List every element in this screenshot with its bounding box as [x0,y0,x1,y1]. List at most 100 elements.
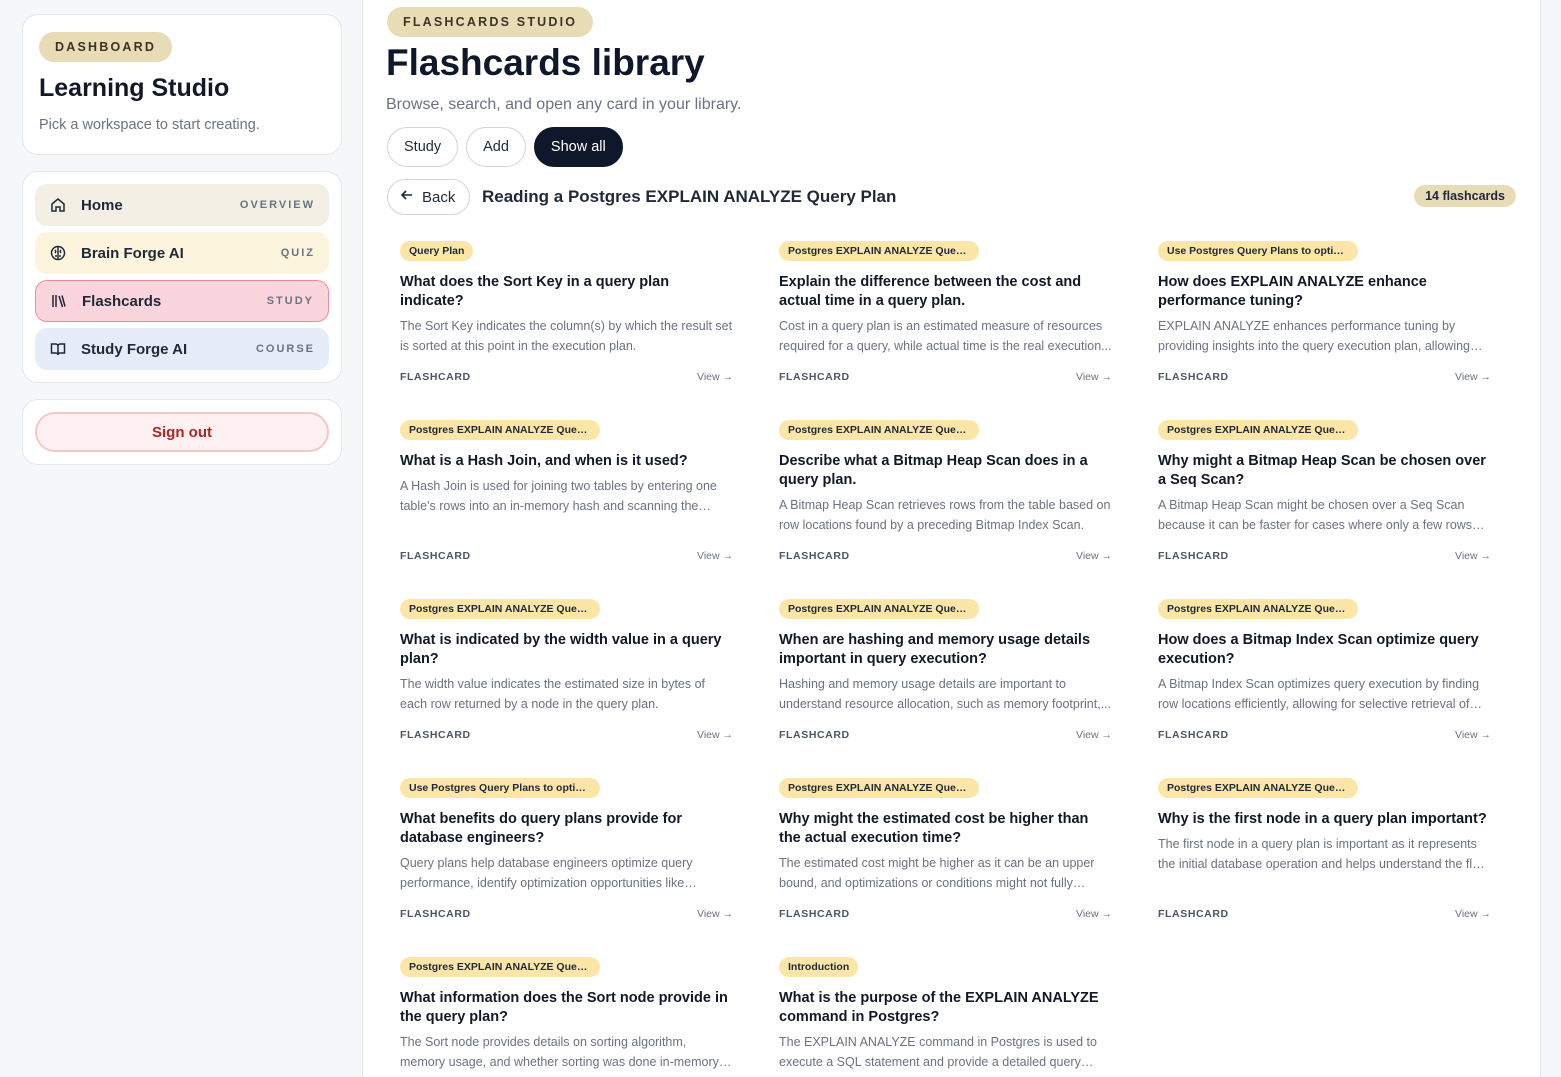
page-title: Flashcards library [386,42,705,83]
flashcard-kind-label: FLASHCARD [779,550,850,562]
brain-icon [49,244,67,262]
flashcard-answer: The estimated cost might be higher as it… [779,856,1095,890]
app-title: Learning Studio [39,74,230,102]
flashcard-question: What is indicated by the width value in … [400,632,722,667]
flashcard-kind-label: FLASHCARD [400,371,471,383]
view-link[interactable]: View → [1076,550,1112,562]
topic-chip: Postgres EXPLAIN ANALYZE Query... [400,599,600,619]
flashcard-answer: Hashing and memory usage details are imp… [779,677,1112,711]
flashcard-footer: FLASHCARD View → [400,371,733,383]
sidebar-nav: Home OVERVIEW Brain Forge AI QUIZ Flashc… [22,171,342,383]
sidebar-item-study-forge[interactable]: Study Forge AI COURSE [35,328,329,370]
sidebar-item-brain-forge[interactable]: Brain Forge AI QUIZ [35,232,329,274]
view-link[interactable]: View → [1455,908,1491,920]
flashcard-footer: FLASHCARD View → [400,550,733,562]
home-icon [49,196,67,214]
sidebar-item-label: Brain Forge AI [81,244,184,262]
flashcard-answer: EXPLAIN ANALYZE enhances performance tun… [1158,319,1470,353]
flashcard-question: What information does the Sort node prov… [400,990,728,1025]
topic-chip: Postgres EXPLAIN ANALYZE Query... [779,778,979,798]
topic-chip: Postgres EXPLAIN ANALYZE Query... [1158,420,1358,440]
flashcard-question: Explain the difference between the cost … [779,274,1082,309]
topic-chip: Use Postgres Query Plans to optimi... [400,778,600,798]
flashcard-kind-label: FLASHCARD [779,908,850,920]
flashcard-footer: FLASHCARD View → [400,908,733,920]
sidebar-item-tag: OVERVIEW [239,199,315,211]
flashcard-tile[interactable]: Postgres EXPLAIN ANALYZE Query... Why is… [1146,765,1503,944]
flashcard-answer: The Sort node provides details on sortin… [400,1035,719,1069]
view-link[interactable]: View → [1076,729,1112,741]
sidebar-item-label: Flashcards [82,292,162,310]
flashcard-answer: The first node in a query plan is import… [1158,837,1489,871]
view-link[interactable]: View → [697,908,733,920]
flashcard-tile[interactable]: Postgres EXPLAIN ANALYZE Query... Explai… [767,228,1124,407]
view-link[interactable]: View → [697,729,733,741]
view-link[interactable]: View → [1455,371,1491,383]
flashcard-tile[interactable]: Postgres EXPLAIN ANALYZE Query... What i… [388,586,745,765]
tab-study[interactable]: Study [387,127,459,167]
deck-title: Reading a Postgres EXPLAIN ANALYZE Query… [482,187,897,206]
arrow-left-icon [400,188,414,206]
flashcard-question: Why might a Bitmap Heap Scan be chosen o… [1158,453,1486,488]
sidebar-item-label: Study Forge AI [81,340,188,358]
flashcard-question: Why is the first node in a query plan im… [1158,811,1487,827]
flashcard-tile[interactable]: Query Plan What does the Sort Key in a q… [388,228,745,407]
flashcard-tile[interactable]: Use Postgres Query Plans to optimi... Ho… [1146,228,1503,407]
dashboard-badge: DASHBOARD [39,32,173,62]
topic-chip: Introduction [779,957,859,977]
flashcard-kind-label: FLASHCARD [400,550,471,562]
flashcard-kind-label: FLASHCARD [400,908,471,920]
back-button[interactable]: Back [387,179,471,215]
flashcard-answer: Cost in a query plan is an estimated mea… [779,319,1112,353]
view-link[interactable]: View → [1455,729,1491,741]
flashcard-kind-label: FLASHCARD [779,729,850,741]
flashcard-question: What benefits do query plans provide for… [400,811,682,846]
sidebar-item-tag: QUIZ [280,247,315,259]
flashcard-tile[interactable]: Postgres EXPLAIN ANALYZE Query... What i… [388,407,745,586]
flashcard-tile[interactable]: Postgres EXPLAIN ANALYZE Query... When a… [767,586,1124,765]
view-link[interactable]: View → [1455,550,1491,562]
view-link[interactable]: View → [1076,371,1112,383]
sidebar-item-home[interactable]: Home OVERVIEW [35,184,329,226]
flashcard-tile[interactable]: Postgres EXPLAIN ANALYZE Query... What i… [388,944,745,1077]
view-link[interactable]: View → [697,371,733,383]
flashcard-question: What does the Sort Key in a query plan i… [400,274,670,309]
sign-out-button[interactable]: Sign out [35,412,329,452]
studio-badge: FLASHCARDS STUDIO [387,7,594,37]
flashcard-tile[interactable]: Use Postgres Query Plans to optimi... Wh… [388,765,745,944]
sidebar-item-flashcards[interactable]: Flashcards STUDY [35,280,329,322]
flashcard-tile[interactable]: Postgres EXPLAIN ANALYZE Query... Why mi… [1146,407,1503,586]
topic-chip: Postgres EXPLAIN ANALYZE Query... [400,420,600,440]
flashcard-question: Why might the estimated cost be higher t… [779,811,1089,846]
flashcard-footer: FLASHCARD View → [400,729,733,741]
flashcard-kind-label: FLASHCARD [1158,729,1229,741]
flashcard-count-badge: 14 flashcards [1414,185,1516,207]
flashcard-tile[interactable]: Introduction What is the purpose of the … [767,944,1124,1077]
flashcard-footer: FLASHCARD View → [1158,550,1491,562]
flashcard-question: Describe what a Bitmap Heap Scan does in… [779,453,1088,488]
topic-chip: Query Plan [400,241,474,261]
view-tabs: Study Add Show all [387,127,623,167]
topic-chip: Postgres EXPLAIN ANALYZE Query... [400,957,600,977]
topic-chip: Postgres EXPLAIN ANALYZE Query... [1158,599,1358,619]
flashcard-answer: Query plans help database engineers opti… [400,856,693,890]
view-link[interactable]: View → [1076,908,1112,920]
view-link[interactable]: View → [697,550,733,562]
flashcard-answer: A Hash Join is used for joining two tabl… [400,479,717,513]
tab-show-all[interactable]: Show all [533,127,623,167]
sidebar-item-tag: STUDY [266,295,314,307]
flashcard-footer: FLASHCARD View → [1158,908,1491,920]
flashcard-answer: A Bitmap Index Scan optimizes query exec… [1158,677,1480,711]
flashcard-tile[interactable]: Postgres EXPLAIN ANALYZE Query... How do… [1146,586,1503,765]
flashcard-kind-label: FLASHCARD [400,729,471,741]
flashcard-tile[interactable]: Postgres EXPLAIN ANALYZE Query... Descri… [767,407,1124,586]
book-icon [49,340,67,358]
topic-chip: Postgres EXPLAIN ANALYZE Query... [1158,778,1358,798]
flashcard-kind-label: FLASHCARD [779,371,850,383]
flashcard-question: When are hashing and memory usage detail… [779,632,1091,667]
flashcard-tile[interactable]: Postgres EXPLAIN ANALYZE Query... Why mi… [767,765,1124,944]
flashcard-question: What is a Hash Join, and when is it used… [400,453,688,469]
flashcard-question: How does EXPLAIN ANALYZE enhance perform… [1158,274,1427,309]
flashcard-footer: FLASHCARD View → [1158,371,1491,383]
tab-add[interactable]: Add [466,127,526,167]
